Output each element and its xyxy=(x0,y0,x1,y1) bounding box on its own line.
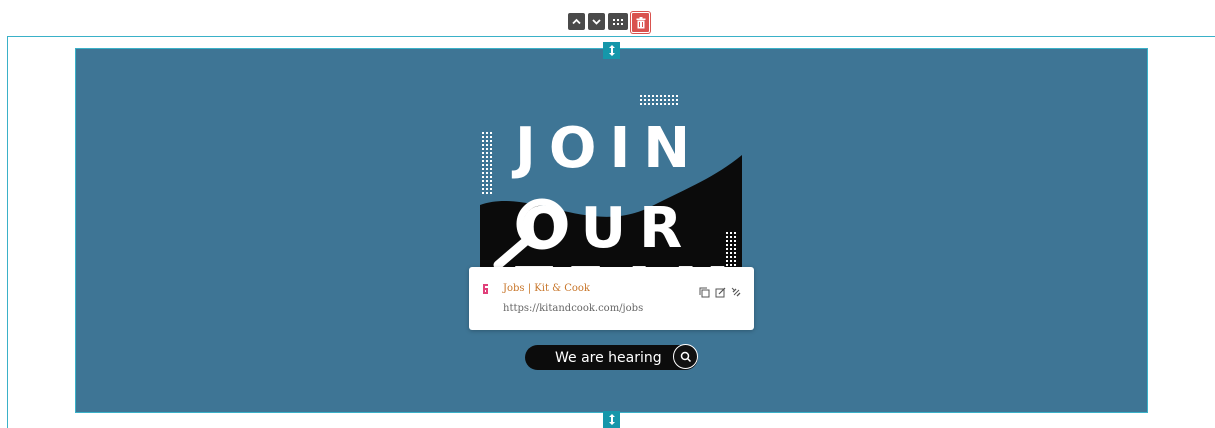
move-down-button[interactable] xyxy=(588,13,605,30)
search-bar-label: We are hearing xyxy=(555,349,662,366)
vertical-resize-icon xyxy=(608,414,615,425)
link-actions xyxy=(699,283,742,298)
trash-icon xyxy=(636,16,645,28)
editor-canvas: JOIN OUR TEAM We are hearing Jobs | Kit … xyxy=(0,0,1215,428)
search-icon xyxy=(680,351,691,362)
resize-handle-bottom[interactable] xyxy=(603,411,620,428)
grid-dots-icon xyxy=(613,18,623,25)
block-toolbar xyxy=(568,12,650,33)
vertical-resize-icon xyxy=(608,45,615,56)
link-title[interactable]: Jobs | Kit & Cook xyxy=(503,283,590,294)
headline-join: JOIN xyxy=(511,116,703,181)
delete-button[interactable] xyxy=(631,12,650,33)
search-bar[interactable]: We are hearing xyxy=(525,344,698,370)
unlink-icon[interactable] xyxy=(731,283,742,297)
edit-icon[interactable] xyxy=(715,283,726,298)
move-up-button[interactable] xyxy=(568,13,585,30)
block-grid-button[interactable] xyxy=(608,13,628,30)
dots-cluster-top xyxy=(640,95,678,105)
link-url: https://kitandcook.com/jobs xyxy=(503,303,644,314)
copy-icon[interactable] xyxy=(699,283,710,298)
link-preview-popover: Jobs | Kit & Cook https://kitandcook.com… xyxy=(469,267,754,330)
resize-handle-top[interactable] xyxy=(603,42,620,59)
dots-cluster-left xyxy=(482,132,492,194)
site-favicon-icon xyxy=(483,284,488,294)
chevron-down-icon xyxy=(592,19,601,25)
chevron-up-icon xyxy=(572,18,581,25)
search-button[interactable] xyxy=(673,344,698,369)
